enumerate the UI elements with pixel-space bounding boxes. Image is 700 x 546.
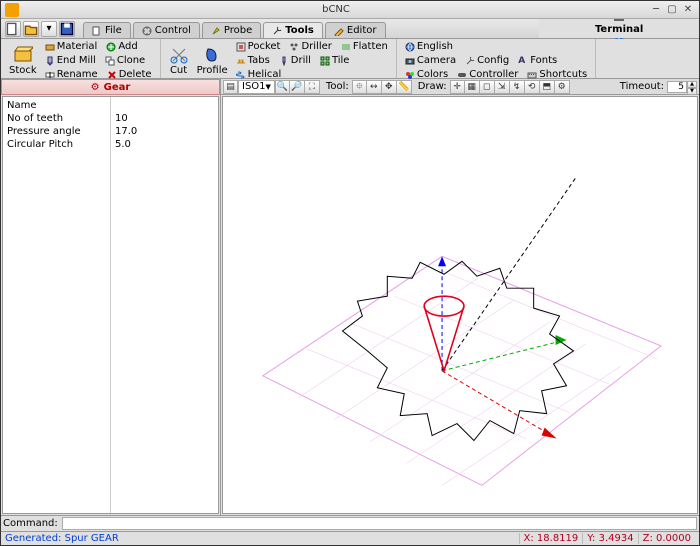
- zoom-fit-button[interactable]: ⛶: [305, 80, 320, 94]
- tab-label: Probe: [224, 25, 252, 36]
- timeout-input[interactable]: [667, 81, 687, 93]
- tile-button[interactable]: Tile: [316, 54, 354, 67]
- prop-value[interactable]: [115, 99, 214, 112]
- properties-table[interactable]: Name No of teeth Pressure angle Circular…: [2, 96, 219, 514]
- prop-key: Circular Pitch: [7, 138, 106, 151]
- tab-label: Tools: [285, 25, 314, 36]
- open-recent-button[interactable]: ▾: [41, 21, 57, 37]
- ribbon-group-database: Stock Material Add End Mill Clone Rename…: [1, 39, 161, 78]
- font-icon: A: [518, 56, 528, 66]
- stock-label: Stock: [9, 65, 37, 76]
- status-bar: Generated: Spur GEAR X: 18.8119 Y: 3.493…: [1, 531, 699, 545]
- main-tabstrip: ▾ File Control Probe Tools Editor Termin…: [1, 19, 699, 39]
- tab-control[interactable]: Control: [133, 22, 200, 38]
- tab-label: Editor: [347, 25, 377, 36]
- spin-down[interactable]: ▼: [687, 88, 697, 95]
- gear-icon: ⚙: [91, 82, 100, 93]
- ribbon: Stock Material Add End Mill Clone Rename…: [1, 39, 699, 79]
- camera-button[interactable]: Camera: [401, 54, 460, 67]
- tool-label: Tool:: [320, 81, 352, 92]
- ribbon-group-cam: Cut Profile Pocket Driller Flatten Tabs …: [161, 39, 397, 78]
- status-z: Z: 0.0000: [638, 533, 695, 544]
- draw-workarea-button[interactable]: ⬒: [540, 80, 555, 94]
- maximize-button[interactable]: ▢: [665, 3, 679, 17]
- command-label: Command:: [3, 518, 58, 529]
- material-button[interactable]: Material: [41, 40, 102, 53]
- language-button[interactable]: English: [401, 40, 457, 53]
- driller-button[interactable]: Driller: [285, 40, 335, 53]
- canvas-toolbar: ▤ ISO1▼ 🔍 🔎 ⛶ Tool: ⯐ ↔ ✥ 📏 Draw: ✛ ▦ ◻ …: [221, 79, 699, 95]
- canvas-drawing: [223, 97, 697, 514]
- view-menu-button[interactable]: ▤: [223, 80, 238, 94]
- chevron-down-icon: ▼: [266, 83, 271, 91]
- stock-button[interactable]: Stock: [5, 40, 41, 81]
- minimize-button[interactable]: ─: [649, 3, 663, 17]
- prop-value[interactable]: 10: [115, 112, 214, 125]
- fonts-button[interactable]: AFonts: [514, 54, 561, 67]
- status-generated: Generated: Spur GEAR: [5, 533, 119, 544]
- prop-key: No of teeth: [7, 112, 106, 125]
- command-bar: Command:: [1, 515, 699, 531]
- tool-select-button[interactable]: ⯐: [352, 80, 367, 94]
- draw-grid-button[interactable]: ▦: [465, 80, 480, 94]
- pocket-button[interactable]: Pocket: [232, 40, 285, 53]
- draw-axes-button[interactable]: ✛: [450, 80, 465, 94]
- clone-button[interactable]: Clone: [101, 54, 149, 67]
- add-button[interactable]: Add: [102, 40, 141, 53]
- close-button[interactable]: ✕: [681, 3, 695, 17]
- draw-machine-button[interactable]: ⚙: [555, 80, 570, 94]
- title-bar: bCNC ─ ▢ ✕: [1, 1, 699, 19]
- window-title: bCNC: [25, 4, 647, 15]
- terminal-label: Terminal: [595, 24, 643, 35]
- ribbon-group-config: English Camera Config AFonts Colors Cont…: [397, 39, 596, 78]
- tabs-button[interactable]: Tabs: [232, 54, 274, 67]
- status-x: X: 18.8119: [519, 533, 583, 544]
- tab-editor[interactable]: Editor: [325, 22, 386, 38]
- tab-probe[interactable]: Probe: [202, 22, 261, 38]
- command-input[interactable]: [62, 517, 697, 530]
- tab-file[interactable]: File: [83, 22, 131, 38]
- new-button[interactable]: [5, 21, 21, 37]
- status-y: Y: 3.4934: [582, 533, 637, 544]
- zoom-in-button[interactable]: 🔍: [275, 80, 290, 94]
- profile-button[interactable]: Profile: [193, 40, 232, 81]
- flatten-button[interactable]: Flatten: [337, 40, 392, 53]
- tool-ruler-button[interactable]: 📏: [397, 80, 412, 94]
- timeout-spinner[interactable]: ▲▼: [667, 81, 697, 93]
- draw-label: Draw:: [412, 81, 450, 92]
- draw-rapid-button[interactable]: ⟲: [525, 80, 540, 94]
- terminal-checkbox[interactable]: [614, 19, 624, 21]
- save-button[interactable]: [59, 21, 75, 37]
- canvas[interactable]: [222, 96, 698, 514]
- config-button[interactable]: Config: [461, 54, 513, 67]
- prop-value[interactable]: 5.0: [115, 138, 214, 151]
- tool-origin-button[interactable]: ✥: [382, 80, 397, 94]
- spin-up[interactable]: ▲: [687, 81, 697, 88]
- left-panel-title: ⚙ Gear: [1, 79, 220, 95]
- draw-margin-button[interactable]: ◻: [480, 80, 495, 94]
- view-select[interactable]: ISO1▼: [238, 80, 275, 94]
- drill-button[interactable]: Drill: [275, 54, 315, 67]
- prop-value[interactable]: 17.0: [115, 125, 214, 138]
- tab-label: File: [105, 25, 122, 36]
- prop-key: Pressure angle: [7, 125, 106, 138]
- tab-tools[interactable]: Tools: [263, 22, 323, 38]
- prop-key: Name: [7, 99, 106, 112]
- cut-button[interactable]: Cut: [165, 40, 193, 81]
- tab-label: Control: [155, 25, 191, 36]
- timeout-label: Timeout:: [614, 81, 667, 92]
- draw-probes-button[interactable]: ⇲: [495, 80, 510, 94]
- zoom-out-button[interactable]: 🔎: [290, 80, 305, 94]
- endmill-button[interactable]: End Mill: [41, 54, 100, 67]
- tool-move-button[interactable]: ↔: [367, 80, 382, 94]
- draw-paths-button[interactable]: ↯: [510, 80, 525, 94]
- app-icon: [5, 3, 19, 17]
- left-panel: ⚙ Gear Name No of teeth Pressure angle C…: [1, 79, 221, 515]
- open-button[interactable]: [23, 21, 39, 37]
